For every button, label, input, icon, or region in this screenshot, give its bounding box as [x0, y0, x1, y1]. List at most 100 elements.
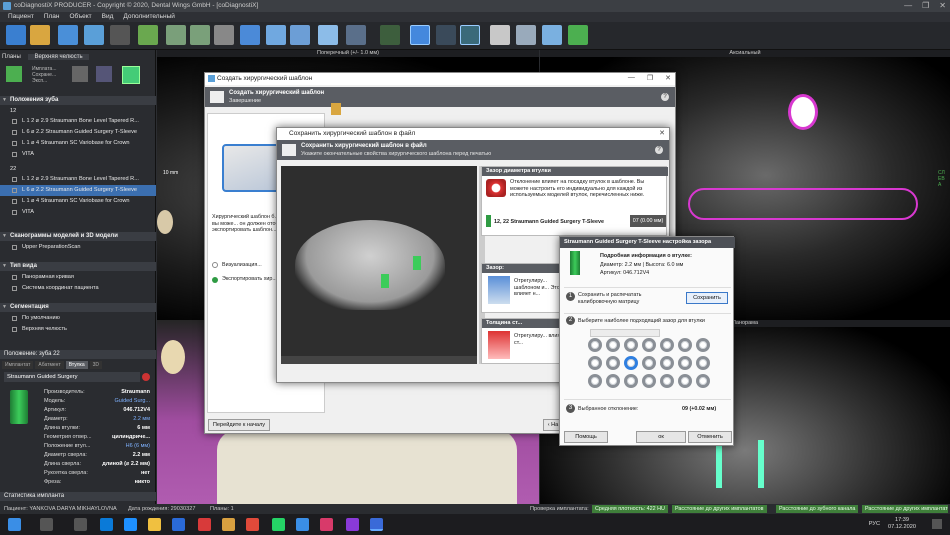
- tool-8-icon[interactable]: [346, 25, 366, 45]
- help-icon[interactable]: ?: [661, 93, 669, 101]
- undo-icon[interactable]: [568, 25, 588, 45]
- menu-object[interactable]: Объект: [70, 12, 92, 22]
- template-3d-preview[interactable]: [281, 166, 477, 364]
- edge-icon[interactable]: [124, 518, 137, 531]
- app-icon[interactable]: [346, 518, 359, 531]
- models-item[interactable]: Upper PreparationScan: [0, 242, 156, 253]
- folder-icon[interactable]: [222, 518, 235, 531]
- tab-abutment[interactable]: Абатмент: [35, 361, 64, 369]
- start-icon[interactable]: [8, 518, 21, 531]
- menu-patient[interactable]: Пациент: [8, 12, 34, 22]
- trash-icon[interactable]: [72, 66, 88, 82]
- save-icon[interactable]: [110, 25, 130, 45]
- gap-ring-option[interactable]: [624, 374, 638, 388]
- tool-3-icon[interactable]: [214, 25, 234, 45]
- view-item[interactable]: Панорамная кривая: [0, 272, 156, 283]
- checkbox[interactable]: [12, 199, 17, 204]
- menu-view[interactable]: Вид: [102, 12, 114, 22]
- gap-ring-option[interactable]: [606, 374, 620, 388]
- grid-icon[interactable]: [436, 25, 456, 45]
- language-indicator[interactable]: РУС: [869, 521, 880, 527]
- gap-ring-option[interactable]: [678, 356, 692, 370]
- mail-icon[interactable]: [198, 518, 211, 531]
- gap-ring-option[interactable]: [606, 356, 620, 370]
- sleeve-name[interactable]: Straumann Guided Surgery: [4, 372, 140, 382]
- gap-ring-option[interactable]: [588, 338, 602, 352]
- models-section[interactable]: Сканограммы моделей и 3D модели: [0, 232, 156, 241]
- check-tool-icon[interactable]: [122, 66, 140, 84]
- export-icon[interactable]: [542, 25, 562, 45]
- back-icon[interactable]: [6, 25, 26, 45]
- back-to-start-button[interactable]: Перейдите к началу: [208, 419, 270, 431]
- group2-item-selected[interactable]: L 6 ⌀ 2.2 Straumann Guided Surgery T-Sle…: [0, 185, 156, 196]
- menu-extra[interactable]: Дополнительный: [123, 12, 174, 22]
- globe-icon[interactable]: [58, 25, 78, 45]
- help-button[interactable]: Помощь: [564, 431, 608, 443]
- jaw-selector[interactable]: Верхняя челюсть: [28, 54, 89, 60]
- distance-canal-badge[interactable]: Расстояние до зубного канала: [776, 505, 859, 513]
- tool-1-icon[interactable]: [166, 25, 186, 45]
- segm-item[interactable]: Верхняя челюсть: [0, 324, 156, 335]
- add-icon[interactable]: [6, 66, 22, 82]
- group1-item[interactable]: VITA: [0, 149, 156, 160]
- gap-ring-option[interactable]: [588, 356, 602, 370]
- tool-2-icon[interactable]: [190, 25, 210, 45]
- ok-button[interactable]: ок: [636, 431, 686, 443]
- group2-item[interactable]: VITA: [0, 207, 156, 218]
- view-item[interactable]: Система координат пациента: [0, 283, 156, 294]
- checkbox[interactable]: [12, 210, 17, 215]
- search-icon[interactable]: [40, 518, 53, 531]
- help-icon[interactable]: ?: [655, 146, 663, 154]
- gap-ring-option[interactable]: [660, 356, 674, 370]
- group1-item[interactable]: L 1 ⌀ 4 Straumann SC Variobase for Crown: [0, 138, 156, 149]
- save-dialog-close[interactable]: ✕: [659, 129, 665, 137]
- view-section[interactable]: Тип вида: [0, 262, 156, 271]
- distance-implants-badge[interactable]: Расстояние до других имплантатов: [672, 505, 767, 513]
- gap-ring-option[interactable]: [696, 338, 710, 352]
- measure-icon[interactable]: [490, 25, 510, 45]
- dialog-maximize[interactable]: ❐: [647, 74, 653, 82]
- gap-ring-option[interactable]: [660, 374, 674, 388]
- stats-label[interactable]: Статистика импланта: [0, 492, 156, 501]
- tool-6-icon[interactable]: [290, 25, 310, 45]
- arch-icon[interactable]: [460, 25, 480, 45]
- checkbox[interactable]: [12, 286, 17, 291]
- checkbox[interactable]: [12, 177, 17, 182]
- store-icon[interactable]: [172, 518, 185, 531]
- checkbox[interactable]: [12, 275, 17, 280]
- gap-ring-option[interactable]: [624, 356, 638, 370]
- dialog-close[interactable]: ✕: [665, 74, 671, 82]
- codiagnostix-icon[interactable]: [370, 518, 383, 531]
- implants-section[interactable]: Положения зуба: [0, 96, 156, 105]
- group1-item[interactable]: L 6 ⌀ 2.2 Straumann Guided Surgery T-Sle…: [0, 127, 156, 138]
- tool-4-icon[interactable]: [240, 25, 260, 45]
- checkbox[interactable]: [12, 130, 17, 135]
- group2-item[interactable]: L 1 2 ⌀ 2.9 Straumann Bone Level Tapered…: [0, 174, 156, 185]
- notification-icon[interactable]: [932, 519, 942, 529]
- distance-implants-badge-2[interactable]: Расстояние до других имплантатов: [862, 505, 948, 513]
- checkbox[interactable]: [12, 188, 17, 193]
- checkbox[interactable]: [12, 119, 17, 124]
- move-icon[interactable]: [410, 25, 430, 45]
- tab-implant[interactable]: Имплантат: [2, 361, 34, 369]
- telegram-icon[interactable]: [296, 518, 309, 531]
- gap-ring-option[interactable]: [678, 374, 692, 388]
- remove-icon[interactable]: [142, 373, 150, 381]
- gap-ring-option[interactable]: [606, 338, 620, 352]
- checkbox[interactable]: [12, 245, 17, 250]
- chrome-icon[interactable]: [246, 518, 259, 531]
- gap-ring-option[interactable]: [642, 374, 656, 388]
- property-value[interactable]: Guided Surg...: [115, 397, 150, 405]
- note-icon[interactable]: [516, 25, 536, 45]
- gap-ring-option[interactable]: [642, 356, 656, 370]
- folder-icon[interactable]: [30, 25, 50, 45]
- group1-item[interactable]: L 1 2 ⌀ 2.9 Straumann Bone Level Tapered…: [0, 116, 156, 127]
- gap-ring-option[interactable]: [696, 374, 710, 388]
- tab-sleeve[interactable]: Втулка: [65, 361, 88, 369]
- tab-3d[interactable]: 3D: [89, 361, 103, 369]
- gap-ring-option[interactable]: [624, 338, 638, 352]
- checkbox[interactable]: [12, 152, 17, 157]
- sleeve-gap-value[interactable]: 07 (0.00 мм): [630, 215, 666, 227]
- checkbox[interactable]: [12, 316, 17, 321]
- cancel-button[interactable]: Отменить: [688, 431, 732, 443]
